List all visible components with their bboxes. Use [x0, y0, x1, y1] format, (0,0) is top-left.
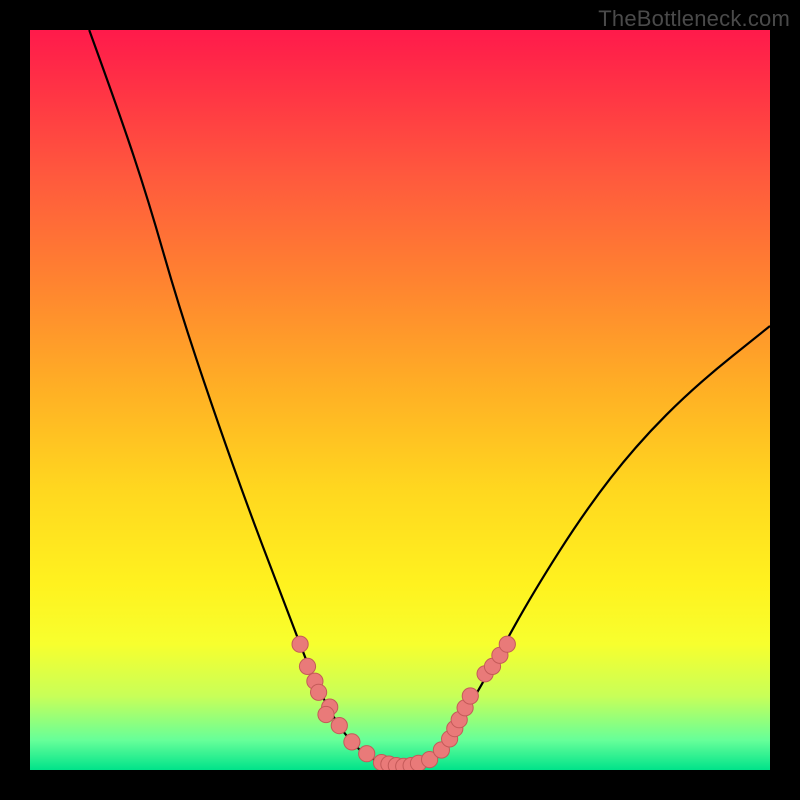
bottleneck-curve: [89, 30, 770, 765]
curve-bead: [299, 658, 315, 674]
curve-bead: [462, 688, 478, 704]
curve-bead: [499, 636, 515, 652]
curve-bead: [292, 636, 308, 652]
curve-beads: [292, 636, 515, 770]
chart-frame: TheBottleneck.com: [0, 0, 800, 800]
curve-bead: [331, 718, 347, 734]
curve-bead: [311, 684, 327, 700]
chart-plot-area: [30, 30, 770, 770]
curve-bead: [318, 706, 334, 722]
curve-bead: [359, 746, 375, 762]
chart-svg: [30, 30, 770, 770]
curve-bead: [344, 734, 360, 750]
watermark-text: TheBottleneck.com: [598, 6, 790, 32]
